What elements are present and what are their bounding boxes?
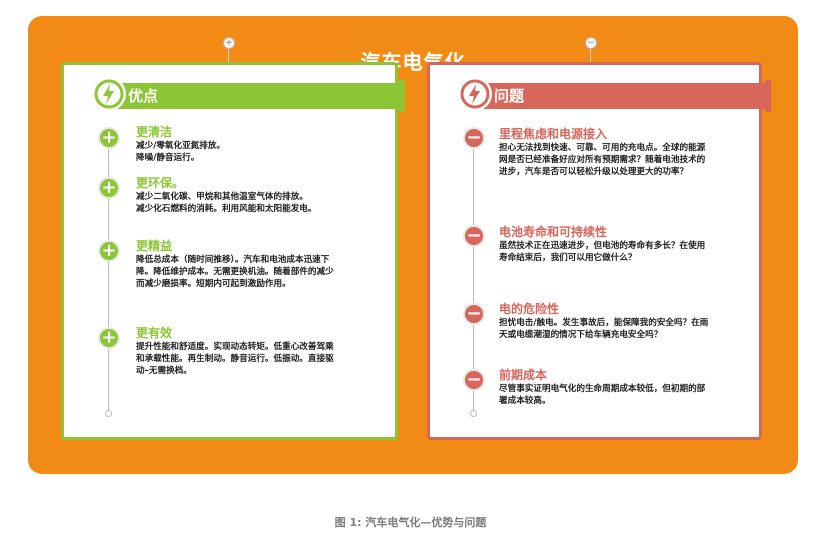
advantage-title: 更环保。	[136, 176, 185, 190]
advantage-item: 更精益 降低总成本（随时间推移）。汽车和电池成本迅速下 降。降低维护成本。无需更…	[136, 239, 391, 290]
minus-icon: −	[463, 369, 485, 391]
plus-connector-icon: +	[223, 37, 235, 49]
problem-title: 电池寿命和可持续性	[499, 225, 608, 239]
problem-item: 电池寿命和可持续性 虽然技术正在迅速进步，但电池的寿命有多长？在使用 寿命结束后…	[499, 225, 757, 264]
problem-title: 电的危险性	[499, 302, 560, 316]
problem-text: 尽管事实证明电气化的生命周期成本较低，但初期的部 署成本较高。	[499, 384, 706, 406]
timeline-end-dot	[470, 410, 477, 417]
problem-item: 电的危险性 担忧电击/触电。发生事故后，能保障我的安全吗？在雨 天或电缆潮湿的情…	[499, 302, 757, 341]
advantage-text: 减少/零氧化亚氮排放。 降噪/静音运行。	[136, 141, 226, 163]
problems-header: 问题	[484, 80, 771, 112]
advantage-item: 更环保。 减少二氧化碳、甲烷和其他温室气体的排放。 减少化石燃料的消耗。利用风能…	[136, 176, 391, 215]
advantage-item: 更清洁 减少/零氧化亚氮排放。 降噪/静音运行。	[136, 125, 386, 164]
problem-title: 前期成本	[499, 368, 548, 382]
advantages-timeline	[108, 131, 109, 413]
problems-card: 问题 − 里程焦虑和电源接入 担心无法找到快速、可靠、可用的充电点。全球的能源 …	[427, 62, 771, 440]
lightning-bolt-icon	[458, 77, 492, 111]
problem-text: 担心无法找到快速、可靠、可用的充电点。全球的能源 网是否已经准备好应对所有预期需…	[499, 143, 706, 177]
advantage-item: 更有效 提升性能和舒适度。实现动态转矩。低重心改善驾乘 和承载性能。再生制动。静…	[136, 326, 391, 377]
problem-text: 虽然技术正在迅速进步，但电池的寿命有多长？在使用 寿命结束后，我们可以用它做什么…	[499, 241, 706, 263]
advantage-text: 减少二氧化碳、甲烷和其他温室气体的排放。 减少化石燃料的消耗。利用风能和太阳能发…	[136, 192, 317, 214]
minus-icon: −	[463, 303, 485, 325]
problem-item: 前期成本 尽管事实证明电气化的生命周期成本较低，但初期的部 署成本较高。	[499, 368, 757, 407]
timeline-end-dot	[105, 410, 112, 417]
problems-header-label: 问题	[494, 87, 525, 105]
advantage-text: 降低总成本（随时间推移）。汽车和电池成本迅速下 降。降低维护成本。无需更换机油。…	[136, 255, 334, 289]
advantage-title: 更精益	[136, 239, 173, 253]
advantage-title: 更有效	[136, 326, 173, 340]
problem-item: 里程焦虑和电源接入 担心无法找到快速、可靠、可用的充电点。全球的能源 网是否已经…	[499, 127, 757, 178]
plus-icon: +	[98, 327, 120, 349]
figure-caption: 图 1: 汽车电气化—优势与问题	[334, 516, 487, 529]
advantages-header: 优点	[118, 80, 405, 112]
advantages-header-label: 优点	[128, 87, 159, 105]
advantage-title: 更清洁	[136, 125, 173, 139]
plus-icon: +	[98, 240, 120, 262]
plus-icon: +	[98, 127, 120, 149]
problem-text: 担忧电击/触电。发生事故后，能保障我的安全吗？在雨 天或电缆潮湿的情况下给车辆充…	[499, 318, 709, 340]
plus-icon: +	[98, 177, 120, 199]
minus-connector-icon: −	[585, 37, 597, 49]
advantages-card: 优点 + 更清洁 减少/零氧化亚氮排放。 降噪/静音运行。 + 更环保。 减少二…	[61, 62, 405, 440]
minus-icon: −	[463, 225, 485, 247]
advantage-text: 提升性能和舒适度。实现动态转矩。低重心改善驾乘 和承载性能。再生制动。静音运行。…	[136, 342, 334, 376]
minus-icon: −	[463, 127, 485, 149]
lightning-bolt-icon	[92, 77, 126, 111]
problem-title: 里程焦虑和电源接入	[499, 127, 608, 141]
